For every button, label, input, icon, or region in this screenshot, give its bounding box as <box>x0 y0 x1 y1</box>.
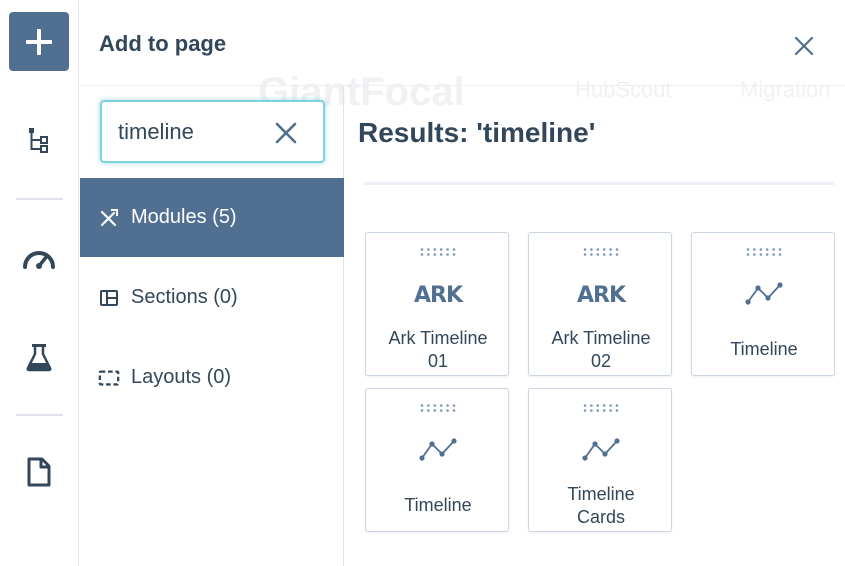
panel-header: Add to page <box>80 0 845 86</box>
category-label: Layouts (0) <box>131 366 232 388</box>
card-label: Timeline <box>567 484 635 504</box>
module-card[interactable]: ARK Ark Timeline 02 <box>528 232 672 376</box>
category-sections[interactable]: Sections (0) <box>80 258 344 337</box>
module-card[interactable]: Timeline <box>691 232 835 376</box>
close-button[interactable] <box>792 34 816 58</box>
timeline-icon <box>413 437 463 465</box>
category-label: Sections (0) <box>131 286 238 308</box>
page-icon <box>27 457 51 487</box>
test-button[interactable] <box>19 337 59 377</box>
drag-handle-icon[interactable] <box>418 400 458 412</box>
flask-icon <box>26 344 52 372</box>
category-column: Modules (5) Sections (0) Layouts (0) <box>80 86 344 566</box>
drag-handle-icon[interactable] <box>581 244 621 256</box>
close-icon <box>794 36 814 56</box>
card-label: Cards <box>576 507 625 527</box>
card-label: 02 <box>590 351 612 371</box>
card-label: Ark Timeline <box>388 328 488 348</box>
card-label: 01 <box>427 351 449 371</box>
add-to-page-panel: GiantFocal HubScout Migration Add to pag… <box>80 0 845 566</box>
results-divider <box>364 182 834 185</box>
category-modules[interactable]: Modules (5) <box>80 178 344 257</box>
search-box <box>100 100 325 163</box>
rail-divider <box>16 414 63 416</box>
performance-button[interactable] <box>19 238 59 278</box>
search-input[interactable] <box>118 118 268 146</box>
module-card[interactable]: ARK Ark Timeline 01 <box>365 232 509 376</box>
module-card[interactable]: Timeline <box>365 388 509 532</box>
module-card[interactable]: Timeline Cards <box>528 388 672 532</box>
timeline-icon <box>576 437 626 465</box>
panel-title: Add to page <box>99 31 227 56</box>
category-layouts[interactable]: Layouts (0) <box>80 338 344 417</box>
card-label: Ark Timeline <box>551 328 651 348</box>
modules-icon <box>98 207 120 229</box>
add-button[interactable] <box>9 12 69 71</box>
ark-logo-text: ARK <box>413 282 463 308</box>
page-button[interactable] <box>19 452 59 492</box>
layout-icon <box>98 367 120 389</box>
drag-handle-icon[interactable] <box>744 244 784 256</box>
section-icon <box>98 287 120 309</box>
ark-logo-icon: ARK <box>576 281 626 309</box>
results-title: Results: 'timeline' <box>358 117 596 148</box>
close-icon <box>275 122 297 144</box>
gauge-icon <box>23 251 55 269</box>
card-label: Timeline <box>404 495 472 515</box>
card-label: Timeline <box>730 339 798 359</box>
left-rail <box>0 0 79 566</box>
clear-search-button[interactable] <box>274 121 298 145</box>
timeline-icon <box>739 281 789 309</box>
drag-handle-icon[interactable] <box>418 244 458 256</box>
ark-logo-icon: ARK <box>413 281 463 309</box>
category-label: Modules (5) <box>131 206 237 228</box>
ark-logo-text: ARK <box>576 282 626 308</box>
tree-icon <box>29 128 48 153</box>
drag-handle-icon[interactable] <box>581 400 621 412</box>
tree-button[interactable] <box>19 120 59 160</box>
add-icon <box>26 28 52 55</box>
rail-divider <box>16 198 63 200</box>
